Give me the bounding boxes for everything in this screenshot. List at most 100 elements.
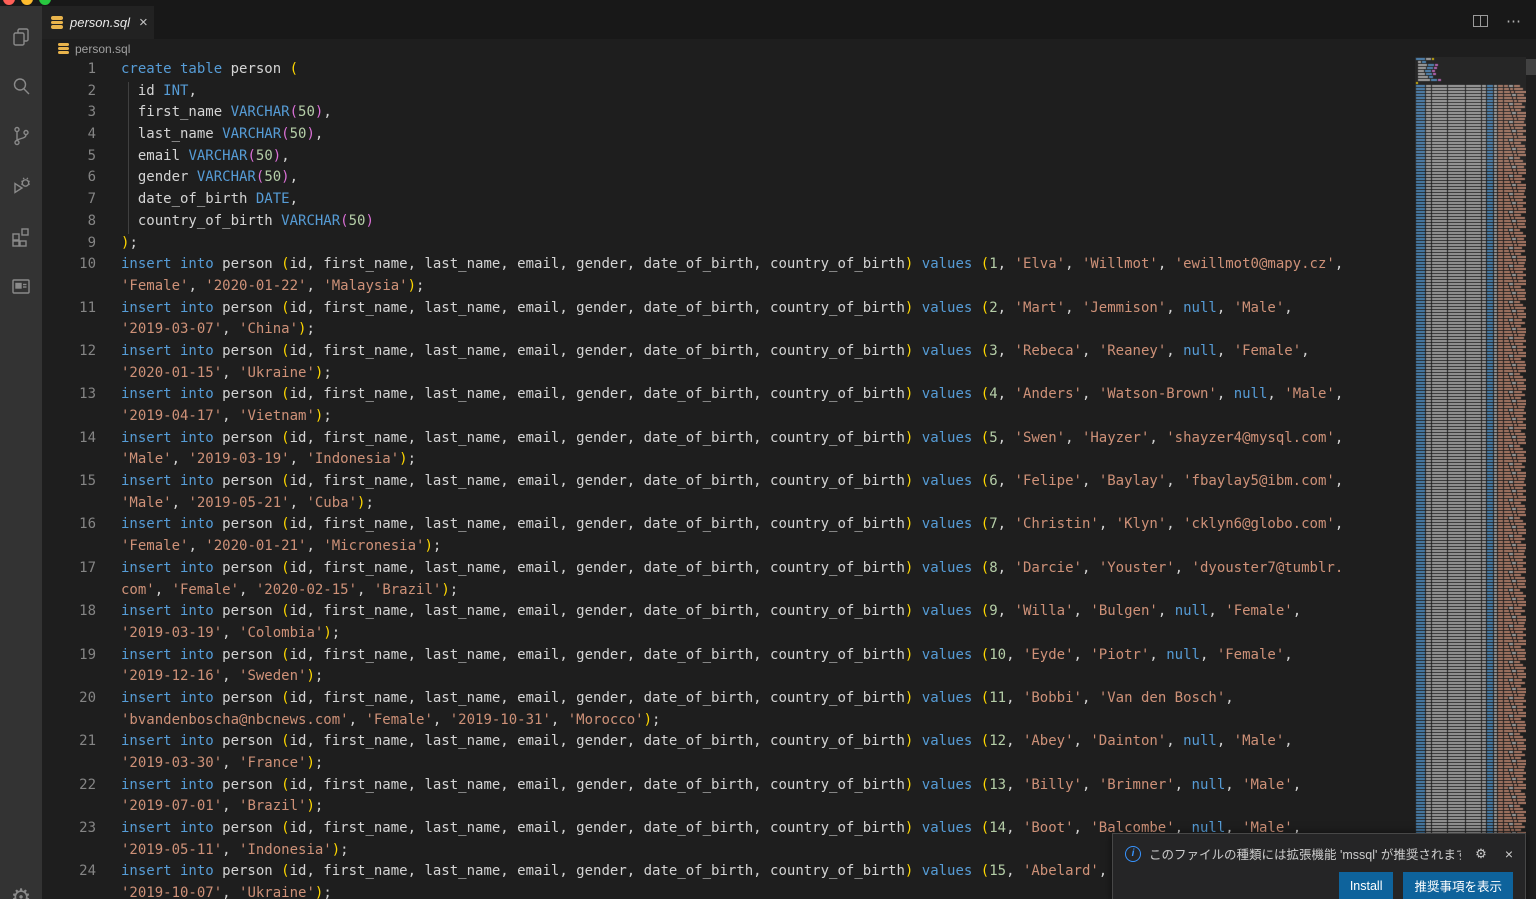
line-number: 7 [87,191,96,208]
line-number: 9 [87,234,96,251]
code-lines: 1 create table person (2 id INT, 3 first_n… [42,58,1536,899]
code-row: '2019-07-01', 'Brazil'); [42,796,1536,818]
settings-gear-icon[interactable]: ⚙ [0,880,42,899]
notification-message: このファイルの種類には拡張機能 'mssql' が推奨されます。 [1149,848,1462,862]
code-row: 22 insert into person (id, first_name, la… [42,775,1536,797]
line-number: 17 [79,559,96,576]
line-number: 8 [87,212,96,229]
line-number: 18 [79,603,96,620]
line-number [42,363,96,385]
code-row: 18 insert into person (id, first_name, la… [42,601,1536,623]
line-number [42,666,96,688]
line-number [42,883,96,899]
indent-guide [128,81,129,234]
split-editor-icon[interactable] [1473,15,1488,27]
code-row: 3 first_name VARCHAR(50), [42,102,1536,124]
code-row: '2019-03-30', 'France'); [42,753,1536,775]
line-number [42,580,96,602]
database-file-icon [58,43,69,54]
line-number: 19 [79,646,96,663]
bug-play-icon [14,177,30,194]
line-number [42,449,96,471]
code-row: '2019-04-17', 'Vietnam'); [42,406,1536,428]
line-number: 12 [79,342,96,359]
code-row: 'Male', '2019-05-21', 'Cuba'); [42,493,1536,515]
minimap[interactable] [1415,57,1526,899]
code-row: 16 insert into person (id, first_name, la… [42,514,1536,536]
code-row: 6 gender VARCHAR(50), [42,167,1536,189]
code-row: 17 insert into person (id, first_name, la… [42,558,1536,580]
code-row: 14 insert into person (id, first_name, la… [42,428,1536,450]
code-row: 'Male', '2019-03-19', 'Indonesia'); [42,449,1536,471]
line-number [42,493,96,515]
line-number: 6 [87,169,96,186]
code-row: 4 last_name VARCHAR(50), [42,124,1536,146]
magnifier-icon [13,78,30,95]
database-file-icon [51,16,63,29]
code-row: '2019-03-19', 'Colombia'); [42,623,1536,645]
info-icon: i [1125,845,1141,862]
breadcrumb: person.sql [42,39,1536,58]
scrollbar-slider[interactable] [1526,59,1536,75]
line-number: 1 [87,61,96,77]
code-row: 21 insert into person (id, first_name, la… [42,731,1536,753]
code-row: com', 'Female', '2020-02-15', 'Brazil'); [42,580,1536,602]
code-row: 'bvandenboscha@nbcnews.com', 'Female', '… [42,710,1536,732]
notification-close-icon[interactable]: × [1505,846,1513,862]
search-icon[interactable] [0,69,42,103]
code-row: 15 insert into person (id, first_name, la… [42,471,1536,493]
minimap-viewport-slider[interactable] [1415,57,1526,169]
extensions-squares-icon [12,228,29,247]
line-number: 11 [79,299,96,316]
extensions-icon[interactable] [0,218,42,252]
code-row: '2020-01-15', 'Ukraine'); [42,363,1536,385]
notification-settings-icon[interactable]: ⚙ [1475,846,1487,862]
titlebar [0,0,1536,6]
line-number: 5 [87,147,96,164]
window-content-icon [12,279,30,294]
more-actions-icon[interactable]: ⋯ [1506,12,1522,30]
line-number: 10 [79,256,96,273]
vscode-window: ⚙ person.sql × ⋯ person.sql 1 create tabl… [0,0,1536,899]
preview-window-icon[interactable] [0,269,42,303]
line-number: 24 [79,863,96,880]
source-control-icon[interactable] [0,119,42,153]
line-number [42,536,96,558]
code-row: 'Female', '2020-01-22', 'Malaysia'); [42,276,1536,298]
line-number: 16 [79,516,96,533]
code-row: 13 insert into person (id, first_name, la… [42,384,1536,406]
line-number [42,753,96,775]
line-number [42,319,96,341]
code-row: 19 insert into person (id, first_name, la… [42,645,1536,667]
breadcrumb-item[interactable]: person.sql [75,42,130,56]
code-row: 5 email VARCHAR(50), [42,146,1536,168]
install-button[interactable]: Install [1338,872,1394,899]
line-number: 4 [87,126,96,143]
code-row: 1 create table person ( [42,59,1536,81]
line-number: 13 [79,386,96,403]
explorer-icon[interactable] [0,20,42,54]
run-and-debug-icon[interactable] [0,169,42,203]
line-number: 15 [79,473,96,490]
gear-icon: ⚙ [10,883,32,899]
line-number [42,710,96,732]
line-number: 20 [79,689,96,706]
code-row: 10 insert into person (id, first_name, la… [42,254,1536,276]
line-number: 3 [87,104,96,121]
line-number [42,406,96,428]
line-number [42,276,96,298]
show-recommendations-button[interactable]: 推奨事項を表示 [1403,872,1513,899]
code-row: 7 date_of_birth DATE, [42,189,1536,211]
editor[interactable]: 1 create table person (2 id INT, 3 first_n… [42,58,1536,899]
tab-label: person.sql [70,15,130,30]
line-number [42,623,96,645]
line-number: 21 [79,733,96,750]
line-number: 14 [79,429,96,446]
code-row: '2019-12-16', 'Sweden'); [42,666,1536,688]
line-number: 22 [79,776,96,793]
line-number: 2 [87,82,96,99]
tab-person-sql[interactable]: person.sql × [42,6,154,39]
code-row: 11 insert into person (id, first_name, la… [42,298,1536,320]
code-row: 'Female', '2020-01-21', 'Micronesia'); [42,536,1536,558]
tab-close-icon[interactable]: × [139,14,148,31]
